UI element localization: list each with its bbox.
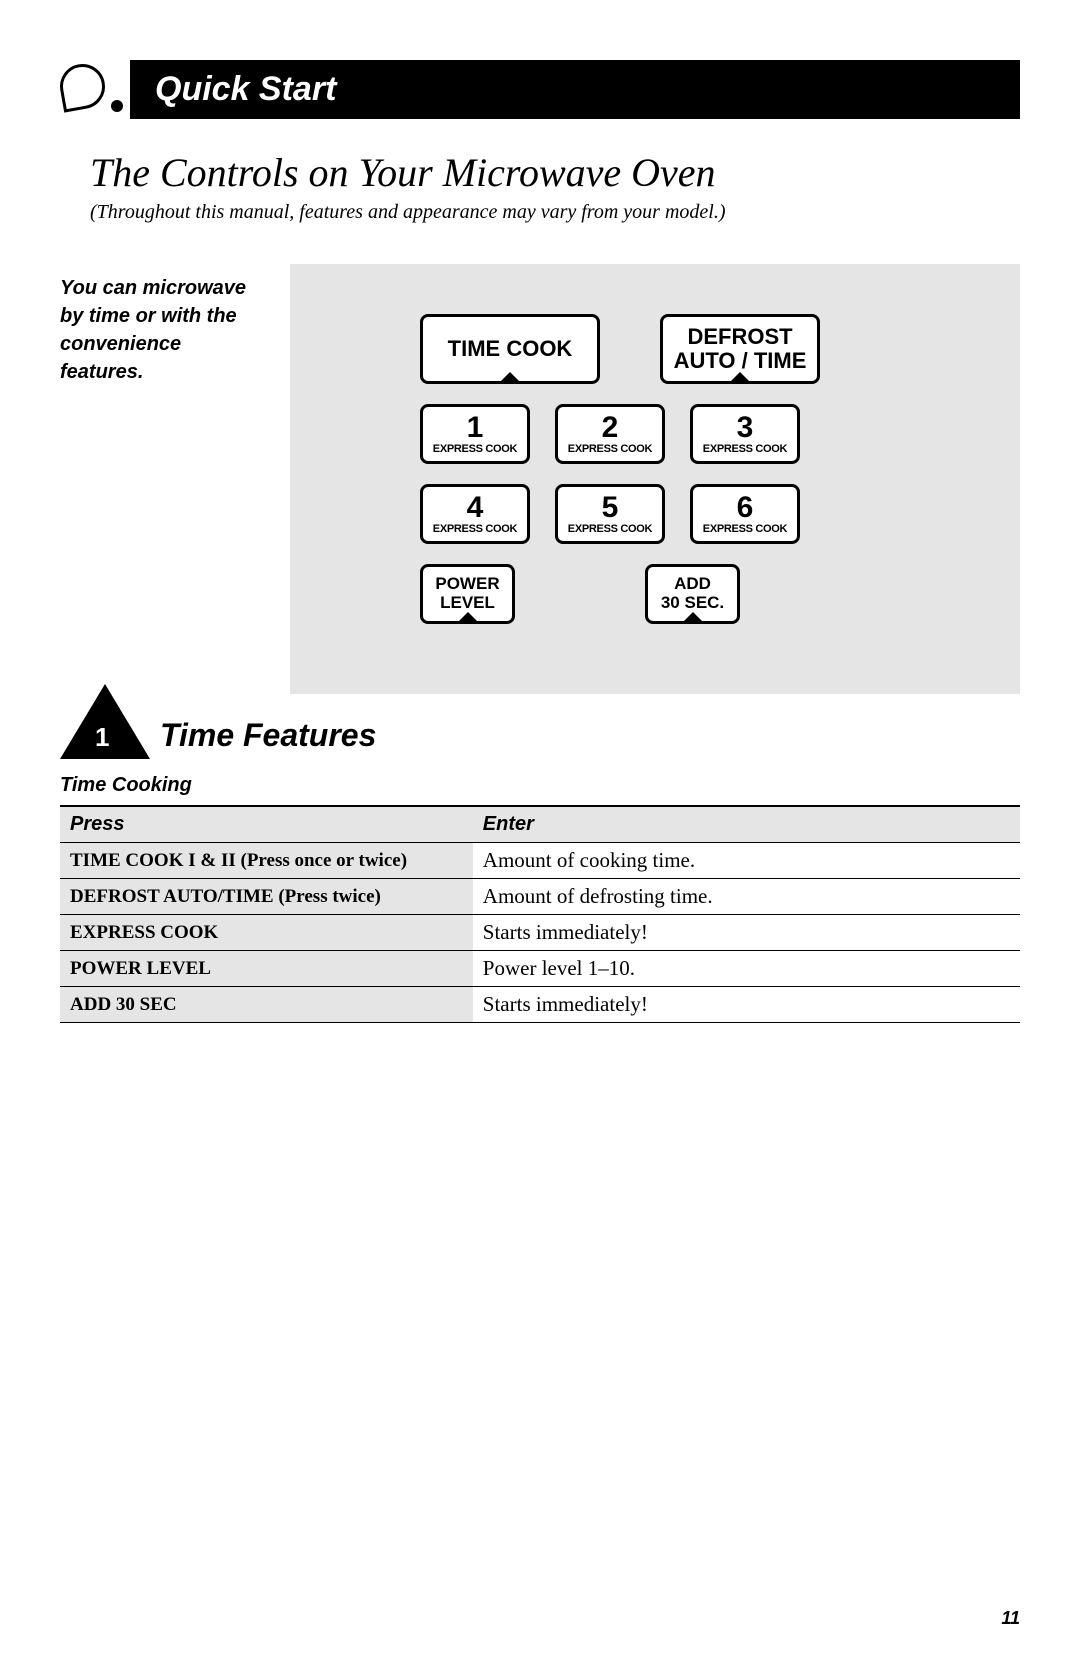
button-label-line2: AUTO / TIME <box>674 349 807 373</box>
page-number: 11 <box>1001 1608 1020 1629</box>
subsection-title: Time Cooking <box>60 774 1020 797</box>
press-cell: DEFROST AUTO/TIME (Press twice) <box>60 879 473 915</box>
button-sublabel: EXPRESS COOK <box>433 443 517 455</box>
page-title: The Controls on Your Microwave Oven <box>90 149 1020 196</box>
enter-cell: Starts immediately! <box>473 987 1020 1023</box>
header-bar: Quick Start <box>60 60 1020 119</box>
section-number-triangle-icon: 1 <box>60 684 150 759</box>
button-sublabel: EXPRESS COOK <box>703 523 787 535</box>
button-label-line1: DEFROST <box>687 325 792 349</box>
triangle-up-icon <box>681 612 705 624</box>
button-label-line2: 30 SEC. <box>661 594 724 613</box>
power-level-button: POWER LEVEL <box>420 564 515 624</box>
section-banner: Quick Start <box>130 60 1020 119</box>
table-row: EXPRESS COOK Starts immediately! <box>60 915 1020 951</box>
express-cook-2-button: 2 EXPRESS COOK <box>555 404 665 464</box>
button-sublabel: EXPRESS COOK <box>703 443 787 455</box>
button-number: 6 <box>737 493 754 523</box>
press-cell: POWER LEVEL <box>60 951 473 987</box>
button-label-line2: LEVEL <box>435 594 499 613</box>
table-row: ADD 30 SEC Starts immediately! <box>60 987 1020 1023</box>
press-cell: EXPRESS COOK <box>60 915 473 951</box>
section-title: Time Features <box>160 717 376 759</box>
button-label: TIME COOK <box>448 337 573 361</box>
col-enter: Enter <box>473 806 1020 843</box>
express-cook-4-button: 4 EXPRESS COOK <box>420 484 530 544</box>
time-cooking-table: Press Enter TIME COOK I & II (Press once… <box>60 805 1020 1023</box>
enter-cell: Amount of cooking time. <box>473 843 1020 879</box>
brand-logo-icon <box>60 62 115 117</box>
section-number: 1 <box>95 722 109 753</box>
time-cook-button: TIME COOK <box>420 314 600 384</box>
button-sublabel: EXPRESS COOK <box>568 523 652 535</box>
express-cook-5-button: 5 EXPRESS COOK <box>555 484 665 544</box>
triangle-up-icon <box>498 372 522 384</box>
table-header-row: Press Enter <box>60 806 1020 843</box>
button-sublabel: EXPRESS COOK <box>433 523 517 535</box>
triangle-up-icon <box>728 372 752 384</box>
express-cook-6-button: 6 EXPRESS COOK <box>690 484 800 544</box>
button-label-line1: ADD <box>661 575 724 594</box>
add-30-sec-button: ADD 30 SEC. <box>645 564 740 624</box>
express-cook-1-button: 1 EXPRESS COOK <box>420 404 530 464</box>
button-label-line1: POWER <box>435 575 499 594</box>
defrost-button: DEFROST AUTO / TIME <box>660 314 820 384</box>
express-cook-3-button: 3 EXPRESS COOK <box>690 404 800 464</box>
press-cell: TIME COOK I & II (Press once or twice) <box>60 843 473 879</box>
section-header: 1 Time Features <box>60 684 1020 759</box>
enter-cell: Starts immediately! <box>473 915 1020 951</box>
table-row: POWER LEVEL Power level 1–10. <box>60 951 1020 987</box>
triangle-up-icon <box>456 612 480 624</box>
button-number: 1 <box>467 413 484 443</box>
button-number: 3 <box>737 413 754 443</box>
side-note: You can microwave by time or with the co… <box>60 264 260 694</box>
button-number: 4 <box>467 493 484 523</box>
table-row: DEFROST AUTO/TIME (Press twice) Amount o… <box>60 879 1020 915</box>
col-press: Press <box>60 806 473 843</box>
table-row: TIME COOK I & II (Press once or twice) A… <box>60 843 1020 879</box>
enter-cell: Power level 1–10. <box>473 951 1020 987</box>
press-cell: ADD 30 SEC <box>60 987 473 1023</box>
content-row: You can microwave by time or with the co… <box>60 264 1020 694</box>
control-panel-diagram: TIME COOK DEFROST AUTO / TIME 1 EXPRESS … <box>290 264 1020 694</box>
page-subtitle: (Throughout this manual, features and ap… <box>90 201 1020 224</box>
button-number: 2 <box>602 413 619 443</box>
button-number: 5 <box>602 493 619 523</box>
enter-cell: Amount of defrosting time. <box>473 879 1020 915</box>
